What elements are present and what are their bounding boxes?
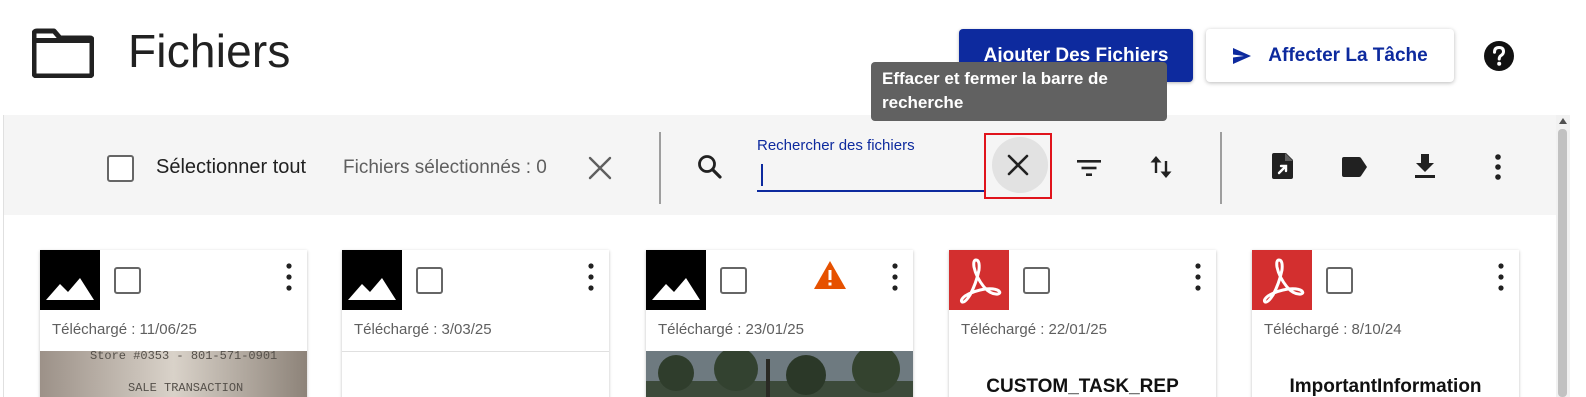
close-icon — [1007, 154, 1029, 176]
file-title: CUSTOM_TASK_REP — [986, 376, 1179, 397]
file-card[interactable]: Téléchargé : 8/10/24 ImportantInformatio… — [1252, 250, 1519, 397]
file-preview-image — [646, 351, 913, 397]
file-card[interactable]: Téléchargé : 22/01/25 CUSTOM_TASK_REP — [949, 250, 1216, 397]
receipt-line-1: Store #0353 - 801-571-0901 — [90, 351, 277, 363]
files-toolbar: Sélectionner tout Fichiers sélectionnés … — [4, 115, 1556, 215]
more-vert-icon[interactable] — [1483, 152, 1513, 182]
page-title: Fichiers — [128, 25, 291, 77]
warning-icon — [814, 261, 846, 289]
vertical-scrollbar[interactable] — [1556, 115, 1570, 397]
file-card[interactable]: Téléchargé : 23/01/25 — [646, 250, 913, 397]
upload-date: Téléchargé : 22/01/25 — [961, 321, 1107, 338]
download-icon[interactable] — [1410, 151, 1440, 181]
assign-task-label: Affecter La Tâche — [1268, 44, 1428, 66]
selected-files-count: Fichiers sélectionnés : 0 — [343, 157, 547, 178]
file-title: ImportantInformation — [1289, 376, 1482, 397]
file-checkbox[interactable] — [1326, 267, 1353, 294]
upload-date: Téléchargé : 8/10/24 — [1264, 321, 1402, 338]
assign-task-button[interactable]: Affecter La Tâche — [1206, 29, 1454, 82]
toolbar-divider — [659, 132, 661, 204]
file-card[interactable]: Téléchargé : 3/03/25 — [342, 250, 609, 397]
more-vert-icon[interactable] — [890, 262, 900, 292]
pdf-file-icon — [949, 250, 1009, 310]
file-checkbox[interactable] — [114, 267, 141, 294]
pdf-file-icon — [1252, 250, 1312, 310]
image-file-icon — [646, 250, 706, 310]
upload-date: Téléchargé : 3/03/25 — [354, 321, 492, 338]
receipt-line-2: SALE TRANSACTION — [128, 381, 243, 395]
more-vert-icon[interactable] — [586, 262, 596, 292]
more-vert-icon[interactable] — [284, 262, 294, 292]
file-checkbox[interactable] — [1023, 267, 1050, 294]
search-field-label: Rechercher des fichiers — [757, 137, 915, 154]
upload-date: Téléchargé : 23/01/25 — [658, 321, 804, 338]
file-preview-image: Store #0353 - 801-571-0901 SALE TRANSACT… — [40, 351, 307, 397]
toolbar-divider — [1220, 132, 1222, 204]
more-vert-icon[interactable] — [1193, 262, 1203, 292]
label-icon[interactable] — [1339, 152, 1369, 182]
clear-search-tooltip: Effacer et fermer la barre de recherche — [871, 62, 1167, 121]
scrollbar-thumb[interactable] — [1558, 129, 1567, 397]
clear-search-button[interactable] — [984, 133, 1052, 199]
select-all-label: Sélectionner tout — [156, 156, 307, 178]
file-checkbox[interactable] — [720, 267, 747, 294]
search-icon — [698, 155, 722, 179]
image-file-icon — [40, 250, 100, 310]
more-vert-icon[interactable] — [1496, 262, 1506, 292]
sort-icon[interactable] — [1146, 152, 1176, 182]
filter-icon[interactable] — [1074, 153, 1104, 183]
search-input[interactable] — [757, 158, 985, 192]
close-icon[interactable] — [588, 156, 612, 180]
files-grid: Téléchargé : 11/06/25 Store #0353 - 801-… — [0, 215, 1556, 397]
help-icon[interactable] — [1483, 40, 1515, 72]
file-preview-image — [342, 351, 609, 397]
image-file-icon — [342, 250, 402, 310]
file-card[interactable]: Téléchargé : 11/06/25 Store #0353 - 801-… — [40, 250, 307, 397]
text-cursor — [761, 164, 763, 186]
send-icon — [1233, 47, 1252, 64]
folder-icon — [32, 28, 94, 78]
page-header: Fichiers Ajouter Des Fichiers Affecter L… — [0, 0, 1556, 115]
scroll-up-arrow[interactable] — [1559, 118, 1567, 124]
select-all-checkbox[interactable] — [107, 155, 134, 182]
export-file-icon[interactable] — [1268, 151, 1298, 181]
upload-date: Téléchargé : 11/06/25 — [52, 321, 197, 338]
file-checkbox[interactable] — [416, 267, 443, 294]
